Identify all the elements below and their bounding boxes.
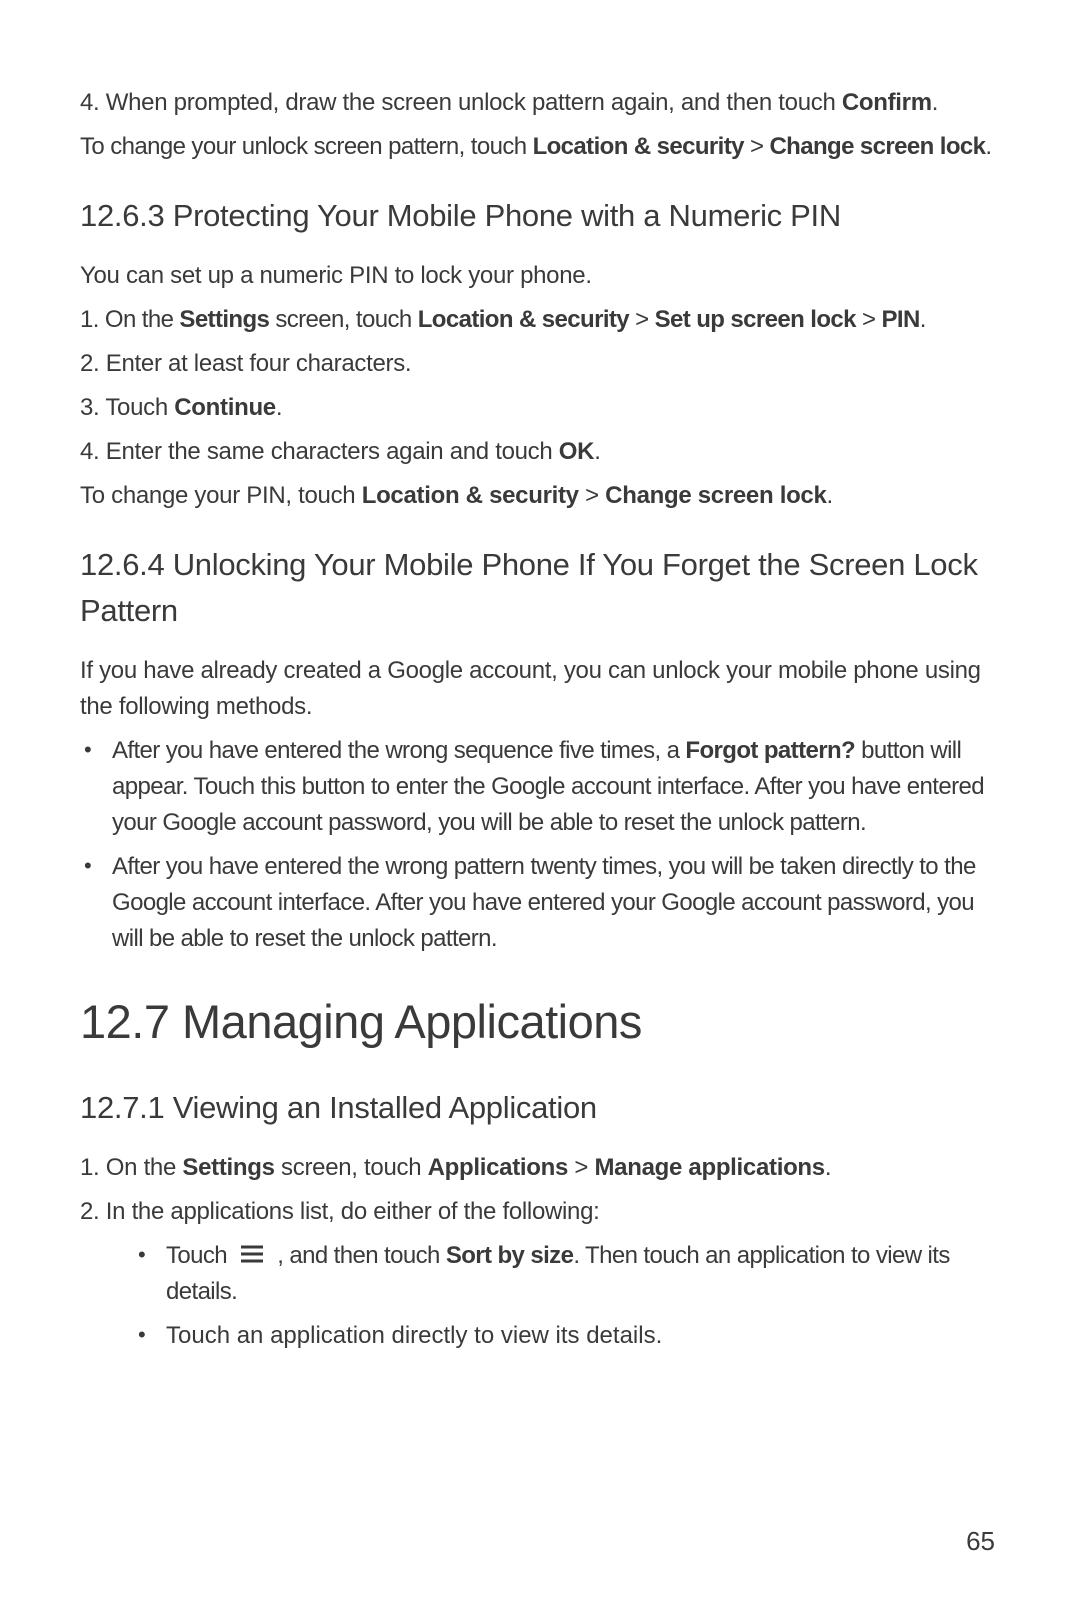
text: 3. Touch xyxy=(80,394,174,421)
sort-by-size-label: Sort by size xyxy=(446,1242,574,1269)
confirm-label: Confirm xyxy=(842,89,932,116)
text: > xyxy=(856,306,882,333)
s1264-intro: If you have already created a Google acc… xyxy=(80,653,1000,725)
applications-label: Applications xyxy=(428,1154,568,1181)
text: 1. On the xyxy=(80,306,179,333)
continue-label: Continue xyxy=(174,394,276,421)
s1264-bullet1: • After you have entered the wrong seque… xyxy=(80,733,1000,841)
location-security-label: Location & security xyxy=(362,482,579,509)
text: > xyxy=(629,306,655,333)
text: > xyxy=(579,482,605,509)
text: . xyxy=(932,89,938,116)
heading-1263: 12.6.3 Protecting Your Mobile Phone with… xyxy=(80,193,1000,240)
s1263-step3: 3. Touch Continue. xyxy=(80,390,1000,426)
change-screen-lock-label: Change screen lock xyxy=(605,482,826,509)
location-security-label: Location & security xyxy=(533,133,744,160)
s1271-step1: 1. On the Settings screen, touch Applica… xyxy=(80,1150,1000,1186)
page-number: 65 xyxy=(966,1526,995,1557)
bullet-marker: • xyxy=(138,1318,166,1354)
s1264-bullet2: • After you have entered the wrong patte… xyxy=(80,849,1000,957)
s1263-step4: 4. Enter the same characters again and t… xyxy=(80,434,1000,470)
ok-label: OK xyxy=(559,438,594,465)
document-content: 4. When prompted, draw the screen unlock… xyxy=(80,85,1000,1354)
text: . xyxy=(825,1154,831,1181)
setup-screen-lock-label: Set up screen lock xyxy=(655,306,856,333)
heading-1271: 12.7.1 Viewing an Installed Application xyxy=(80,1085,1000,1132)
bullet-marker: • xyxy=(84,849,112,957)
location-security-label: Location & security xyxy=(418,306,629,333)
text: To change your unlock screen pattern, to… xyxy=(80,133,533,160)
heading-127: 12.7 Managing Applications xyxy=(80,987,1000,1058)
menu-icon xyxy=(239,1238,265,1274)
s1271-sub2: • Touch an application directly to view … xyxy=(134,1318,1000,1354)
s1263-intro: You can set up a numeric PIN to lock you… xyxy=(80,258,1000,294)
text: After you have entered the wrong sequenc… xyxy=(112,737,685,764)
bullet-text: After you have entered the wrong pattern… xyxy=(112,849,1000,957)
text: screen, touch xyxy=(275,1154,428,1181)
text: , and then touch xyxy=(271,1242,446,1269)
bullet-marker: • xyxy=(84,733,112,841)
text: > xyxy=(568,1154,594,1181)
bullet-marker: • xyxy=(138,1238,166,1311)
bullet-text: Touch an application directly to view it… xyxy=(166,1318,1000,1354)
pin-label: PIN xyxy=(881,306,919,333)
text: . xyxy=(920,306,926,333)
settings-label: Settings xyxy=(179,306,269,333)
s1263-change: To change your PIN, touch Location & sec… xyxy=(80,478,1000,514)
intro-change: To change your unlock screen pattern, to… xyxy=(80,129,1000,165)
s1271-sub1: • Touch , and then touch Sort by size. T… xyxy=(134,1238,1000,1311)
text: . xyxy=(827,482,833,509)
text: 4. Enter the same characters again and t… xyxy=(80,438,559,465)
text: 1. On the xyxy=(80,1154,182,1181)
text: Touch xyxy=(166,1242,233,1269)
bullet-text: Touch , and then touch Sort by size. The… xyxy=(166,1238,1000,1311)
settings-label: Settings xyxy=(182,1154,274,1181)
s1263-step2: 2. Enter at least four characters. xyxy=(80,346,1000,382)
text: . xyxy=(594,438,600,465)
text: 4. When prompted, draw the screen unlock… xyxy=(80,89,842,116)
heading-1264: 12.6.4 Unlocking Your Mobile Phone If Yo… xyxy=(80,542,1000,635)
text: > xyxy=(744,133,770,160)
change-screen-lock-label: Change screen lock xyxy=(769,133,985,160)
manage-applications-label: Manage applications xyxy=(594,1154,824,1181)
text: . xyxy=(276,394,282,421)
nested-bullets: • Touch , and then touch Sort by size. T… xyxy=(80,1238,1000,1355)
text: . xyxy=(985,133,991,160)
forgot-pattern-label: Forgot pattern? xyxy=(685,737,855,764)
text: screen, touch xyxy=(269,306,417,333)
s1263-step1: 1. On the Settings screen, touch Locatio… xyxy=(80,302,1000,338)
s1271-step2: 2. In the applications list, do either o… xyxy=(80,1194,1000,1230)
text: To change your PIN, touch xyxy=(80,482,362,509)
bullet-text: After you have entered the wrong sequenc… xyxy=(112,733,1000,841)
intro-step4: 4. When prompted, draw the screen unlock… xyxy=(80,85,1000,121)
